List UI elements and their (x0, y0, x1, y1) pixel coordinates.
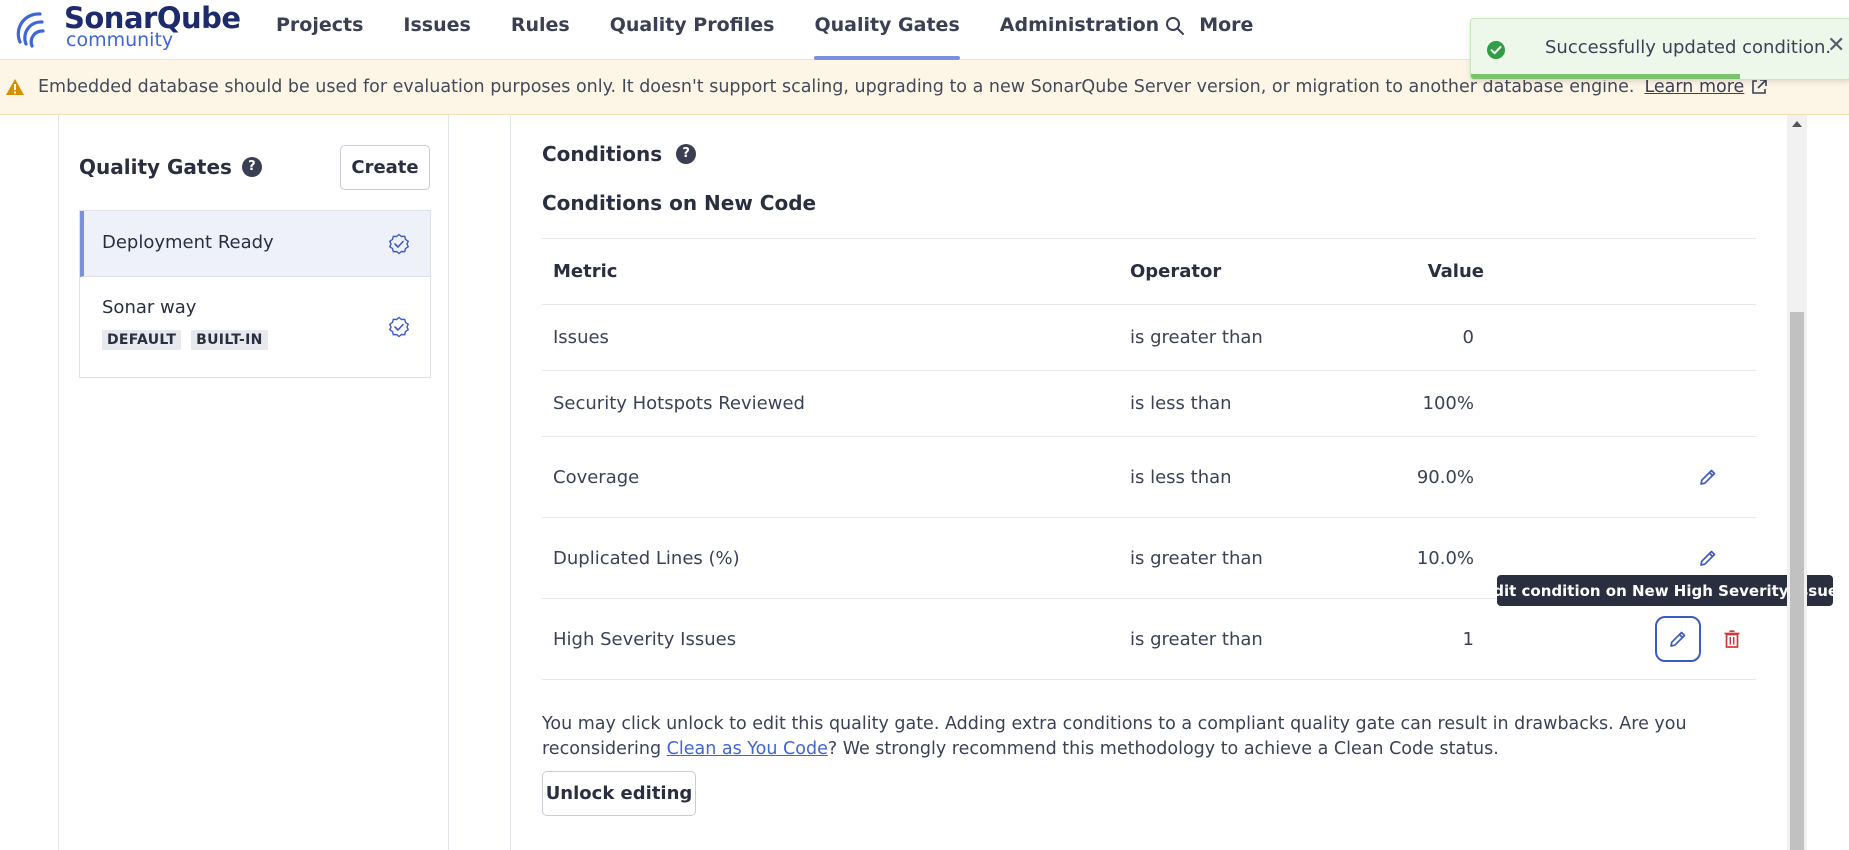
help-icon[interactable]: ? (241, 157, 262, 177)
check-badge-icon (388, 233, 410, 255)
conditions-new-code-heading: Conditions on New Code (542, 191, 817, 215)
metric-cell: Coverage (542, 436, 1130, 518)
operator-cell: is less than (1130, 436, 1380, 518)
conditions-heading: Conditions ? (542, 142, 697, 166)
nav-quality-profiles[interactable]: Quality Profiles (590, 0, 795, 60)
header-value: Value (1380, 238, 1484, 305)
header-metric: Metric (542, 238, 1130, 305)
pencil-icon (1700, 550, 1716, 566)
conditions-table: Metric Operator Value Issues is greater … (542, 238, 1756, 680)
tag-built-in: BUILT-IN (191, 330, 268, 350)
operator-cell: is greater than (1130, 598, 1380, 680)
scroll-thumb[interactable] (1790, 312, 1804, 850)
header-operator: Operator (1130, 238, 1380, 305)
gate-tags: DEFAULT BUILT-IN (102, 330, 268, 350)
pencil-icon (1670, 631, 1686, 647)
metric-cell: Issues (542, 304, 1130, 371)
conditions-panel: Conditions ? Conditions on New Code Metr… (510, 115, 1787, 850)
toast-progress-bar (1471, 74, 1741, 79)
edit-condition-tooltip: Edit condition on New High Severity Issu… (1483, 575, 1847, 606)
value-cell: 1 (1380, 598, 1484, 680)
gate-name: Sonar way (102, 297, 197, 318)
search-icon[interactable] (1163, 14, 1187, 38)
metric-cell: High Severity Issues (542, 598, 1130, 680)
sidebar-title: Quality Gates ? (79, 155, 262, 179)
create-button[interactable]: Create (340, 145, 430, 190)
unlock-note: You may click unlock to edit this qualit… (542, 712, 1772, 762)
gate-item-sonar-way[interactable]: Sonar way DEFAULT BUILT-IN (80, 277, 430, 377)
nav-projects[interactable]: Projects (256, 0, 383, 60)
table-row: High Severity Issues is greater than 1 (542, 598, 1756, 680)
table-row: Issues is greater than 0 (542, 304, 1756, 371)
note-text-after: ? We strongly recommend this methodology… (827, 739, 1499, 759)
tag-default: DEFAULT (102, 330, 182, 350)
warning-icon (6, 79, 24, 95)
edit-condition-button[interactable] (1695, 464, 1721, 490)
operator-cell: is greater than (1130, 304, 1380, 371)
value-cell: 100% (1380, 370, 1484, 437)
table-header-row: Metric Operator Value (542, 238, 1756, 305)
learn-more-link[interactable]: Learn more (1644, 77, 1744, 97)
nav-issues[interactable]: Issues (383, 0, 490, 60)
metric-cell: Security Hotspots Reviewed (542, 370, 1130, 437)
close-icon[interactable]: ✕ (1827, 33, 1845, 58)
main-nav: Projects Issues Rules Quality Profiles Q… (256, 0, 1273, 60)
delete-condition-button[interactable] (1719, 626, 1745, 652)
gate-name: Deployment Ready (102, 232, 274, 253)
sonarqube-logo[interactable]: SonarQube community (12, 4, 241, 50)
external-link-icon[interactable] (1750, 78, 1768, 96)
pencil-icon (1700, 469, 1716, 485)
quality-gates-sidebar: Quality Gates ? Create Deployment Ready … (58, 115, 449, 850)
edit-condition-button[interactable] (1695, 545, 1721, 571)
value-cell: 0 (1380, 304, 1484, 371)
sonar-waves-icon (16, 12, 45, 48)
nav-rules[interactable]: Rules (491, 0, 590, 60)
value-cell: 90.0% (1380, 436, 1484, 518)
success-check-icon (1487, 41, 1505, 59)
header-actions (1484, 238, 1756, 305)
page-scrollbar[interactable] (1787, 115, 1807, 850)
success-toast: Successfully updated condition. ✕ (1470, 18, 1849, 80)
nav-quality-gates[interactable]: Quality Gates (794, 0, 979, 60)
table-row: Security Hotspots Reviewed is less than … (542, 370, 1756, 437)
sidebar-title-text: Quality Gates (79, 155, 232, 179)
edit-condition-button[interactable] (1655, 616, 1701, 662)
trash-icon (1724, 630, 1740, 648)
nav-administration[interactable]: Administration (980, 0, 1179, 60)
nav-more[interactable]: More (1179, 0, 1273, 60)
clean-as-you-code-link[interactable]: Clean as You Code (667, 739, 828, 759)
toast-message: Successfully updated condition. (1545, 37, 1832, 58)
quality-gate-list: Deployment Ready Sonar way DEFAULT BUILT… (79, 210, 431, 378)
metric-cell: Duplicated Lines (%) (542, 517, 1130, 599)
operator-cell: is less than (1130, 370, 1380, 437)
banner-message: Embedded database should be used for eva… (38, 77, 1635, 97)
scroll-up-arrow-icon[interactable] (1792, 121, 1802, 127)
gate-item-deployment-ready[interactable]: Deployment Ready (80, 211, 430, 277)
actions-cell (1484, 598, 1756, 680)
help-icon[interactable]: ? (676, 144, 697, 164)
value-cell: 10.0% (1380, 517, 1484, 599)
unlock-editing-button[interactable]: Unlock editing (542, 771, 696, 816)
actions-cell (1484, 304, 1756, 371)
actions-cell (1484, 370, 1756, 437)
operator-cell: is greater than (1130, 517, 1380, 599)
table-row: Coverage is less than 90.0% (542, 436, 1756, 518)
check-badge-icon (388, 316, 410, 338)
conditions-title: Conditions (542, 142, 663, 166)
actions-cell (1484, 436, 1756, 518)
